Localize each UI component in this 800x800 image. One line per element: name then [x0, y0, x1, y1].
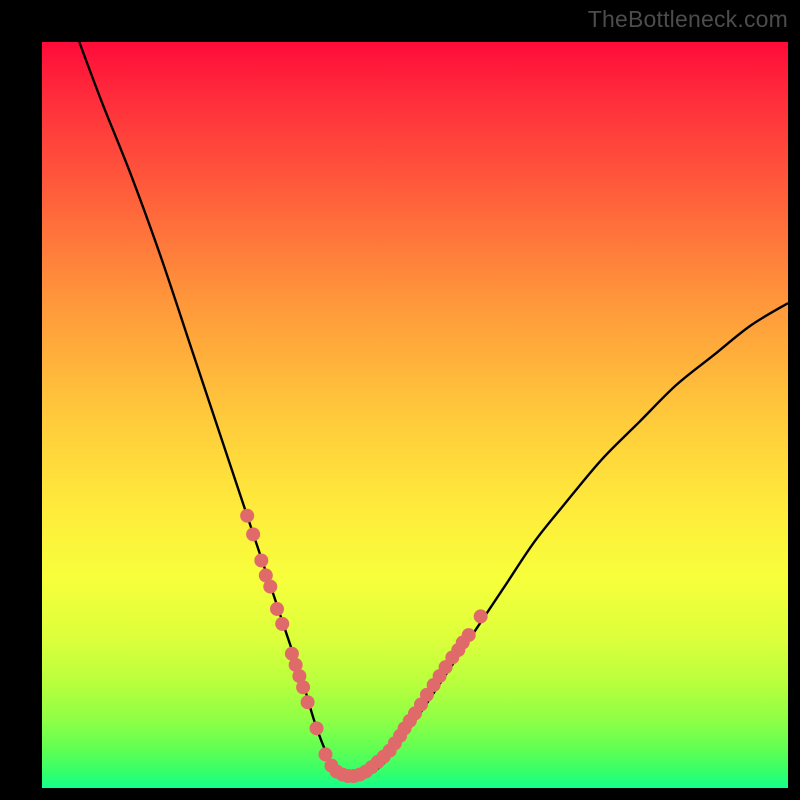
- chart-svg: [42, 42, 788, 788]
- curve-layer: [79, 42, 788, 778]
- chart-frame: TheBottleneck.com: [0, 0, 800, 800]
- plot-area: [42, 42, 788, 788]
- marker-dot: [275, 617, 289, 631]
- marker-dot: [263, 580, 277, 594]
- marker-dot: [296, 680, 310, 694]
- marker-dot: [310, 721, 324, 735]
- watermark-text: TheBottleneck.com: [588, 6, 788, 33]
- marker-dot: [462, 628, 476, 642]
- markers-right-cluster: [388, 609, 488, 750]
- marker-dot: [474, 609, 488, 623]
- marker-dot: [254, 553, 268, 567]
- marker-dot: [301, 695, 315, 709]
- marker-dot: [246, 527, 260, 541]
- marker-dot: [240, 509, 254, 523]
- marker-dot: [270, 602, 284, 616]
- markers-left-cluster: [240, 509, 323, 736]
- bottleneck-curve: [79, 42, 788, 778]
- markers-bottom-cluster: [318, 744, 396, 783]
